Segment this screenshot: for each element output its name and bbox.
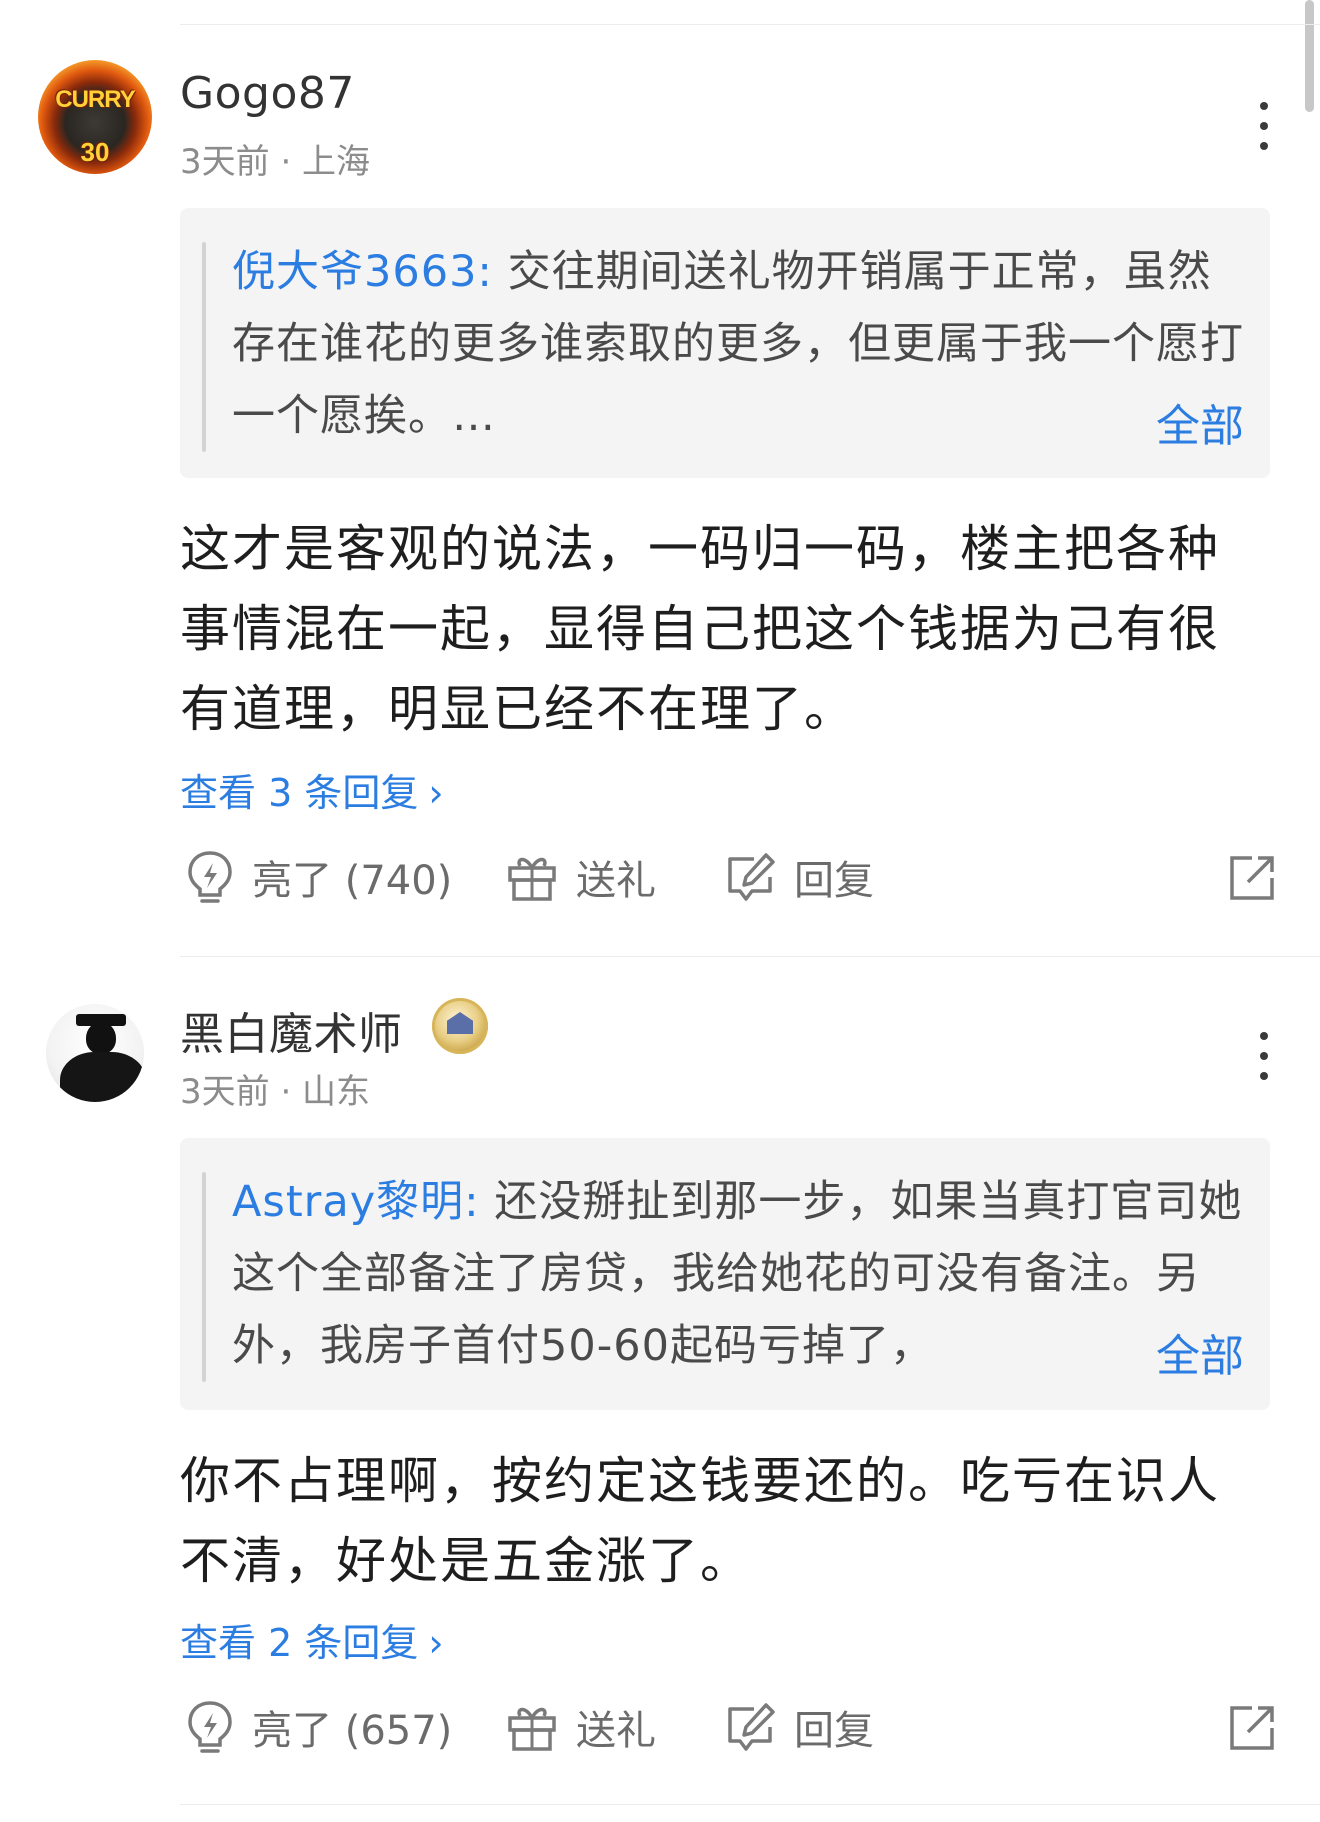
house-badge-icon[interactable] [432, 998, 488, 1054]
share-icon [1230, 1706, 1274, 1750]
quote-expand-link[interactable]: 全部 [1116, 1320, 1244, 1384]
avatar[interactable] [46, 1004, 144, 1102]
reply-button[interactable]: 回复 [724, 848, 874, 906]
reply-label: 回复 [794, 1708, 874, 1754]
action-bar: 亮了 (657) 送礼 回复 [180, 1698, 1276, 1758]
view-replies-label: 查看 3 条回复 [180, 771, 419, 815]
gift-icon [508, 857, 556, 901]
chevron-right-icon: › [428, 1621, 444, 1665]
view-replies-label: 查看 2 条回复 [180, 1621, 419, 1665]
gift-label: 送礼 [576, 1708, 656, 1754]
gift-button[interactable]: 送礼 [506, 848, 656, 906]
quoted-comment[interactable]: 倪大爷3663: 交往期间送礼物开销属于正常，虽然存在谁花的更多谁索取的更多，但… [180, 208, 1270, 478]
share-button[interactable] [1228, 1704, 1276, 1756]
avatar-figure-body [60, 1052, 144, 1102]
comment-meta: 3天前 · 上海 [180, 142, 371, 182]
username[interactable]: Gogo87 [180, 68, 355, 119]
gift-button[interactable]: 送礼 [506, 1698, 656, 1756]
view-replies-link[interactable]: 查看 2 条回复 › [180, 1612, 444, 1667]
quote-text: Astray黎明: 还没掰扯到那一步，如果当真打官司她这个全部备注了房贷，我给她… [232, 1166, 1244, 1382]
share-icon [1230, 856, 1274, 900]
edit-reply-icon [728, 853, 775, 901]
divider [180, 24, 1320, 25]
quote-text: 倪大爷3663: 交往期间送礼物开销属于正常，虽然存在谁花的更多谁索取的更多，但… [232, 236, 1244, 452]
avatar-logo-text: CURRY [55, 86, 135, 113]
comment-meta: 3天前 · 山东 [180, 1072, 371, 1112]
like-button[interactable]: 亮了 (657) [186, 1698, 452, 1756]
quote-bar [202, 1172, 206, 1382]
view-replies-link[interactable]: 查看 3 条回复 › [180, 762, 444, 817]
quote-bar [202, 242, 206, 452]
more-vertical-icon[interactable] [1260, 1032, 1268, 1092]
quote-author[interactable]: 倪大爷3663: [232, 247, 493, 297]
reply-button[interactable]: 回复 [724, 1698, 874, 1756]
lightbulb-icon [188, 1701, 232, 1753]
avatar-figure-head [86, 1022, 116, 1054]
avatar-logo-number: 30 [80, 137, 110, 167]
share-button[interactable] [1228, 854, 1276, 906]
edit-reply-icon [728, 1703, 775, 1751]
avatar[interactable]: CURRY 30 [38, 60, 152, 174]
quote-expand-link[interactable]: 全部 [1116, 390, 1244, 454]
quoted-comment[interactable]: Astray黎明: 还没掰扯到那一步，如果当真打官司她这个全部备注了房贷，我给她… [180, 1138, 1270, 1410]
like-count: 亮了 (657) [252, 1708, 453, 1754]
quote-author[interactable]: Astray黎明: [232, 1177, 480, 1227]
divider [180, 956, 1320, 957]
scrollbar[interactable] [1305, 0, 1314, 112]
gift-label: 送礼 [576, 858, 656, 904]
lightbulb-icon [188, 851, 232, 903]
gift-icon [508, 1707, 556, 1751]
reply-label: 回复 [794, 858, 874, 904]
comment-text: 你不占理啊，按约定这钱要还的。吃亏在识人不清，好处是五金涨了。 [180, 1452, 1220, 1590]
username[interactable]: 黑白魔术师 [180, 998, 403, 1062]
chevron-right-icon: › [428, 771, 444, 815]
comment-text: 这才是客观的说法，一码归一码，楼主把各种事情混在一起，显得自己把这个钱据为己有很… [180, 520, 1220, 738]
action-bar: 亮了 (740) 送礼 回复 [180, 848, 1276, 908]
more-vertical-icon[interactable] [1260, 102, 1268, 162]
like-count: 亮了 (740) [252, 858, 453, 904]
like-button[interactable]: 亮了 (740) [186, 848, 452, 906]
divider [180, 1804, 1320, 1805]
